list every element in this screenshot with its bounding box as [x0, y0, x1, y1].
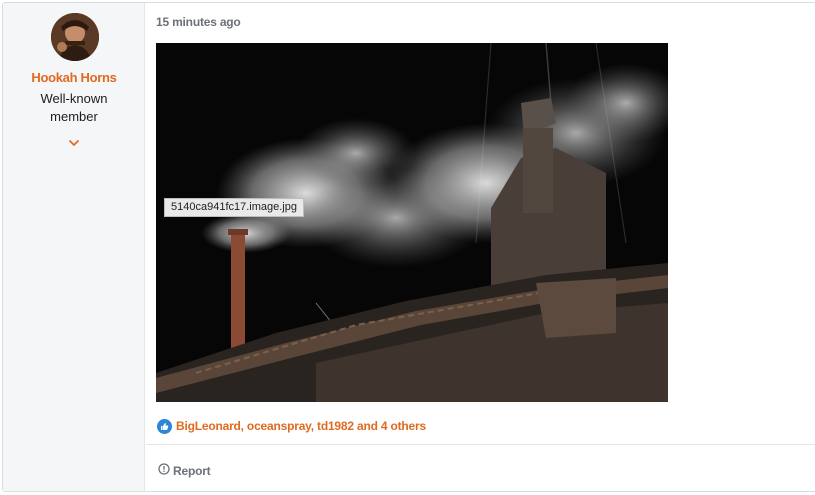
footer-divider [146, 444, 815, 445]
reactions-list-link[interactable]: BigLeonard, oceanspray, td1982 and 4 oth… [176, 419, 426, 433]
message-user-column: Hookah Horns Well-known member [3, 3, 145, 491]
chimney-smoke-photo [156, 43, 668, 402]
report-label: Report [173, 464, 211, 478]
message-post: Hookah Horns Well-known member 15 minute… [2, 2, 815, 492]
message-main: 15 minutes ago 5140ca941fc17.image.jpg B… [146, 3, 815, 491]
user-title: Well-known member [40, 91, 108, 124]
like-icon [157, 418, 172, 434]
post-timestamp[interactable]: 15 minutes ago [156, 15, 241, 29]
username-link[interactable]: Hookah Horns [3, 70, 145, 85]
attached-image[interactable]: 5140ca941fc17.image.jpg [156, 43, 668, 402]
avatar-image [51, 13, 99, 61]
reactions-bar: BigLeonard, oceanspray, td1982 and 4 oth… [157, 417, 426, 435]
alert-circle-icon [158, 462, 170, 480]
avatar[interactable] [51, 13, 99, 61]
chevron-down-icon[interactable] [67, 136, 81, 150]
report-button[interactable]: Report [158, 462, 211, 480]
image-filename-tooltip: 5140ca941fc17.image.jpg [164, 198, 304, 217]
